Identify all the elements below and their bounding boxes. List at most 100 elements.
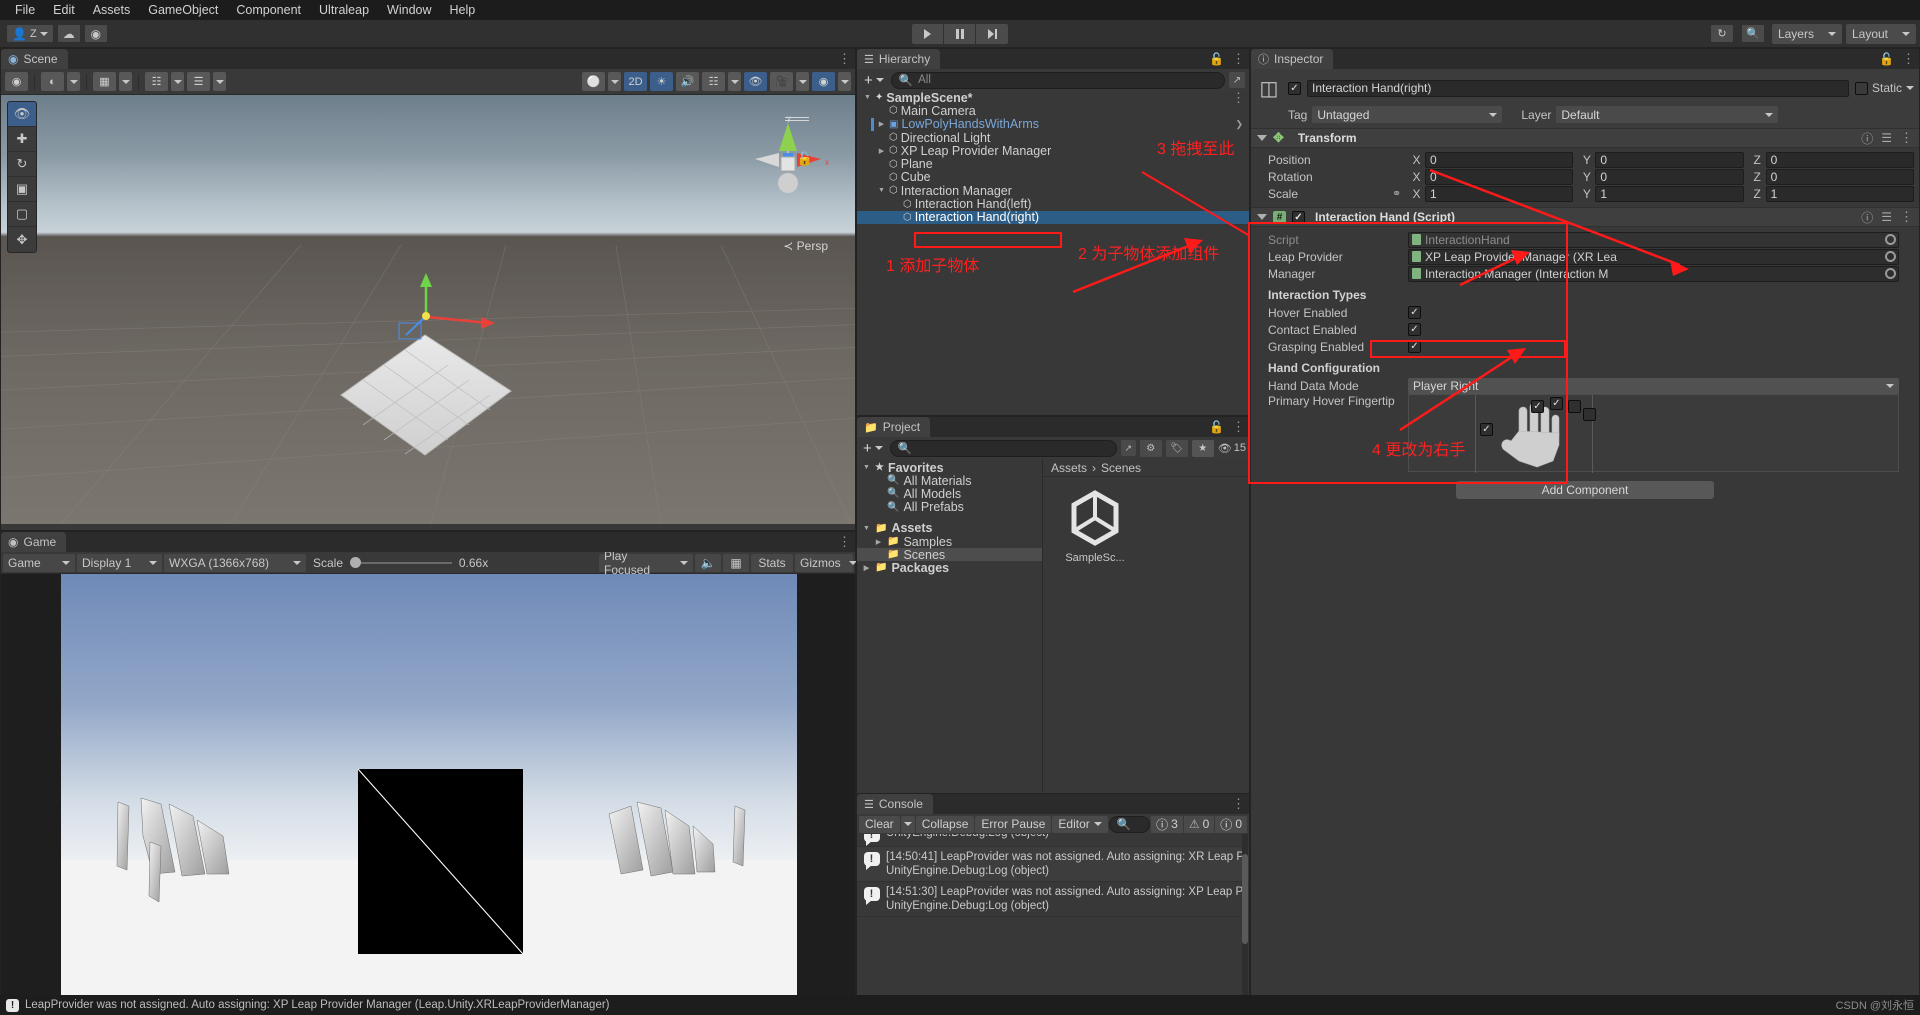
hierarchy-row[interactable]: ⬡ Interaction Hand(right) xyxy=(857,210,1249,224)
chevron-right-icon[interactable]: ▶ xyxy=(874,538,883,546)
scene-draw-mode-button[interactable]: ⚪ xyxy=(582,72,605,91)
scene-lighting-toggle[interactable]: ☀ xyxy=(650,72,673,91)
object-picker-icon[interactable] xyxy=(1885,268,1896,279)
gameobject-icon[interactable]: ◫ xyxy=(1256,75,1282,101)
transform-position-z-input[interactable]: 0 xyxy=(1765,151,1914,168)
tab-game[interactable]: ◉ Game xyxy=(1,532,67,552)
fingertip-ring-checkbox[interactable] xyxy=(1568,400,1581,413)
transform-component-header[interactable]: ✥ Transform ⓘ ☰ ⋮ xyxy=(1251,128,1919,148)
project-tree-row[interactable]: 🔍 All Materials xyxy=(857,474,1042,488)
game-stats-toggle[interactable]: Stats xyxy=(751,553,794,572)
hierarchy-expand-icon[interactable]: ↗ xyxy=(1229,72,1245,88)
scene-tool-settings-dropdown[interactable] xyxy=(213,72,226,91)
chevron-right-icon[interactable]: ▶ xyxy=(877,147,886,155)
console-message-list[interactable]: ! UnityEngine.Debug:Log (object)! [14:50:4… xyxy=(857,834,1249,1004)
project-create-button[interactable]: + xyxy=(860,440,886,457)
scene-persp-label[interactable]: ≺ Persp xyxy=(783,239,828,253)
hand-data-mode-dropdown[interactable]: Player Right xyxy=(1408,377,1899,394)
scene-visibility-toggle[interactable]: 👁 xyxy=(744,72,767,91)
scene-audio-toggle[interactable]: 🔊 xyxy=(676,72,699,91)
project-tree-row[interactable]: 🔍 All Models xyxy=(857,487,1042,501)
project-tree-row[interactable]: ▼ ★ Favorites xyxy=(857,461,1042,475)
game-grid-toggle[interactable]: ▦ xyxy=(723,553,750,572)
fingertip-middle-checkbox[interactable]: ✓ xyxy=(1550,397,1563,410)
project-tree-row[interactable]: ▶ 📁 Samples xyxy=(857,535,1042,549)
game-display-dropdown[interactable]: Display 1 xyxy=(77,553,162,572)
scene-gizmos-toggle[interactable]: ◉ xyxy=(812,72,835,91)
project-tree-row[interactable]: ▶ 📁 Packages xyxy=(857,561,1042,575)
preset-icon[interactable]: ☰ xyxy=(1881,131,1892,145)
game-mode-dropdown[interactable]: Game xyxy=(3,553,75,572)
settings-button[interactable]: ◉ xyxy=(83,24,108,43)
menu-item-file[interactable]: File xyxy=(6,0,44,20)
project-filter-label-icon[interactable]: 🏷 xyxy=(1165,439,1188,457)
scene-gizmos-dropdown[interactable] xyxy=(838,72,851,91)
console-menu-kebab-icon[interactable]: ⋮ xyxy=(1232,797,1245,810)
menu-item-help[interactable]: Help xyxy=(441,0,485,20)
status-bar[interactable]: ! LeapProvider was not assigned. Auto as… xyxy=(0,995,1920,1015)
layout-dropdown[interactable]: Layout xyxy=(1845,23,1916,44)
play-button[interactable] xyxy=(912,23,944,44)
scene-grid-button[interactable]: ▦ xyxy=(93,72,116,91)
hierarchy-row[interactable]: ⬡ Directional Light xyxy=(857,131,1249,145)
fingertip-pinky-checkbox[interactable] xyxy=(1583,408,1596,421)
transform-position-x-input[interactable]: 0 xyxy=(1425,151,1574,168)
global-search-button[interactable]: 🔍 xyxy=(1740,24,1765,43)
tab-scene[interactable]: ◉ Scene xyxy=(1,49,68,69)
console-error-count[interactable]: ⓘ 0 xyxy=(1215,815,1247,833)
scene-grid-dropdown[interactable] xyxy=(119,72,132,91)
scene-tool-scale[interactable]: ▣ xyxy=(8,177,36,202)
object-picker-icon[interactable] xyxy=(1885,251,1896,262)
foldout-icon[interactable] xyxy=(1257,135,1267,141)
console-log-count[interactable]: ⓘ 3 xyxy=(1151,815,1183,833)
project-menu-kebab-icon[interactable]: ⋮ xyxy=(1232,420,1245,433)
fingertip-thumb-checkbox[interactable]: ✓ xyxy=(1480,423,1493,436)
game-resolution-dropdown[interactable]: WXGA (1366x768) xyxy=(164,553,306,572)
scene-tool-transform[interactable]: ✥ xyxy=(8,227,36,252)
menu-item-assets[interactable]: Assets xyxy=(84,0,140,20)
game-viewport[interactable] xyxy=(1,574,855,1003)
menu-item-window[interactable]: Window xyxy=(378,0,440,20)
chevron-down-icon[interactable]: ▼ xyxy=(877,187,886,194)
undo-history-button[interactable]: ↻ xyxy=(1709,24,1734,43)
hierarchy-row[interactable]: ▼ ✦ SampleScene* ⋮ xyxy=(857,91,1249,105)
scene-fx-button[interactable]: ☷ xyxy=(702,72,725,91)
step-button[interactable] xyxy=(976,23,1008,44)
scene-menu-kebab-icon[interactable]: ⋮ xyxy=(838,52,851,65)
tab-project[interactable]: 📁 Project xyxy=(857,417,931,437)
scene-draw-mode-dropdown[interactable] xyxy=(608,72,621,91)
contact-enabled-checkbox[interactable]: ✓ xyxy=(1408,323,1421,336)
layer-dropdown[interactable]: Default xyxy=(1556,106,1779,123)
scene-pivot-button[interactable]: ◉ xyxy=(5,72,28,91)
cloud-button[interactable]: ☁ xyxy=(56,24,81,43)
project-tree-row[interactable]: ▼ 📁 Assets xyxy=(857,521,1042,535)
project-folder-tree[interactable]: ▼ ★ Favorites 🔍 All Materials 🔍 All Models 🔍 All… xyxy=(857,459,1043,792)
project-expand-icon[interactable]: ↗ xyxy=(1120,440,1136,456)
component-enabled-checkbox[interactable]: ✓ xyxy=(1292,210,1305,224)
project-hidden-count[interactable]: 👁 15 xyxy=(1218,442,1246,455)
console-scrollbar[interactable] xyxy=(1242,834,1248,1004)
account-button[interactable]: 👤 Z xyxy=(6,24,54,43)
preset-icon[interactable]: ☰ xyxy=(1881,210,1892,224)
transform-scale-y-input[interactable]: 1 xyxy=(1595,185,1744,202)
chevron-right-icon[interactable]: ▶ xyxy=(877,120,886,128)
scene-snap-button[interactable]: ☷ xyxy=(145,72,168,91)
console-message[interactable]: ! UnityEngine.Debug:Log (object) xyxy=(857,834,1249,847)
scene-snap-dropdown[interactable] xyxy=(171,72,184,91)
hierarchy-add-button[interactable]: + xyxy=(861,72,887,89)
scale-link-icon[interactable]: ⚭ xyxy=(1392,187,1408,200)
slider-knob[interactable] xyxy=(350,557,362,568)
scene-lock-icon[interactable]: 🔓 xyxy=(797,151,813,167)
console-clear-button[interactable]: Clear xyxy=(859,815,900,833)
add-component-button[interactable]: Add Component xyxy=(1456,481,1714,499)
console-clear-dropdown[interactable] xyxy=(900,815,915,833)
gameobject-name-field[interactable]: Interaction Hand(right) xyxy=(1307,79,1849,97)
tab-console[interactable]: ☰ Console xyxy=(857,794,933,814)
hierarchy-menu-kebab-icon[interactable]: ⋮ xyxy=(1232,52,1245,65)
transform-scale-z-input[interactable]: 1 xyxy=(1765,185,1914,202)
transform-rotation-y-input[interactable]: 0 xyxy=(1595,168,1744,185)
scene-2d-toggle[interactable]: 2D xyxy=(624,72,647,91)
inspector-menu-kebab-icon[interactable]: ⋮ xyxy=(1902,52,1915,65)
script-kebab-icon[interactable]: ⋮ xyxy=(1900,210,1913,223)
grasping-enabled-checkbox[interactable]: ✓ xyxy=(1408,340,1421,353)
